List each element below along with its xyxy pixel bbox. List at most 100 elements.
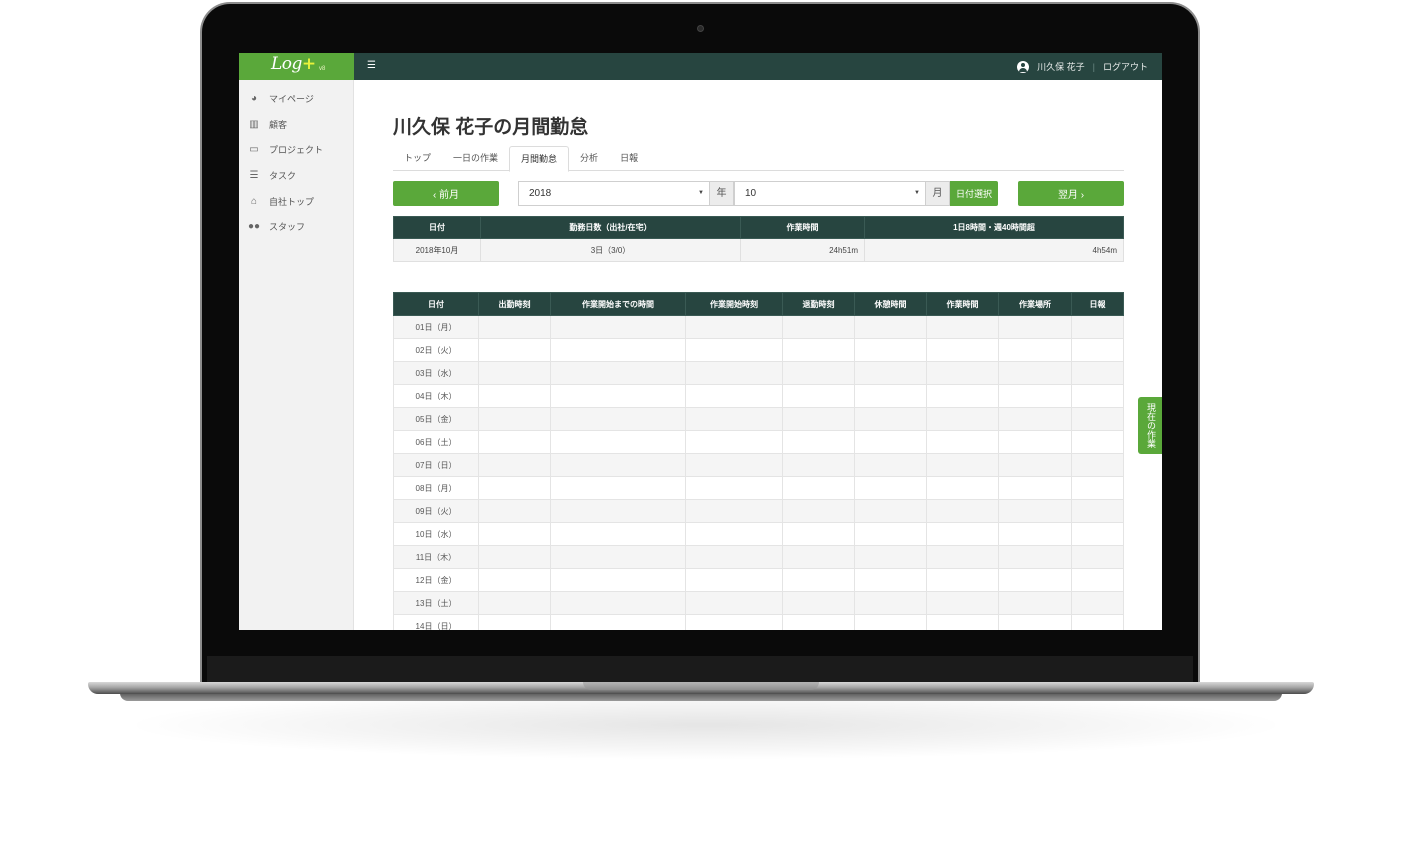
sidebar-item-tasks[interactable]: ☰ タスク — [239, 163, 353, 189]
day-cell: 03日（水） — [393, 361, 479, 385]
empty-cell — [1071, 315, 1124, 339]
table-row: 12日（金） — [393, 568, 1124, 592]
empty-cell — [478, 568, 551, 592]
empty-cell — [926, 591, 999, 615]
empty-cell — [782, 568, 855, 592]
tab-top[interactable]: トップ — [393, 146, 442, 171]
empty-cell — [782, 430, 855, 454]
month-select[interactable]: 10 ▼ — [734, 181, 926, 206]
empty-cell — [854, 338, 927, 362]
empty-cell — [998, 614, 1072, 630]
day-cell: 09日（火） — [393, 499, 479, 523]
monthly-header: 作業時間 — [926, 292, 999, 316]
empty-cell — [926, 338, 999, 362]
menu-toggle-icon[interactable]: ☰ — [367, 60, 377, 72]
empty-cell — [685, 499, 783, 523]
empty-cell — [854, 499, 927, 523]
empty-cell — [550, 384, 686, 408]
monthly-header-row: 日付 出勤時刻 作業開始までの時間 作業開始時刻 退勤時刻 休憩時間 作業時間 … — [393, 292, 1124, 316]
user-avatar-icon — [1017, 60, 1030, 73]
empty-cell — [550, 315, 686, 339]
empty-cell — [854, 315, 927, 339]
empty-cell — [782, 614, 855, 630]
empty-cell — [478, 338, 551, 362]
year-select[interactable]: 2018 ▼ — [518, 181, 710, 206]
summary-cell-worktime: 24h51m — [740, 238, 865, 262]
dashboard-icon: ◕ — [250, 93, 258, 105]
tab-daily-report[interactable]: 日報 — [609, 146, 649, 171]
empty-cell — [998, 430, 1072, 454]
table-row: 01日（月） — [393, 315, 1124, 339]
summary-header: 日付 — [393, 216, 481, 239]
current-task-tab[interactable]: 現在の作業 — [1138, 397, 1162, 454]
empty-cell — [854, 522, 927, 546]
month-select-value: 10 — [745, 188, 757, 199]
users-icon: ●● — [248, 221, 261, 233]
empty-cell — [998, 499, 1072, 523]
user-area: 川久保 花子 | ログアウト — [1017, 53, 1148, 80]
day-cell: 13日（土） — [393, 591, 479, 615]
prev-month-button[interactable]: ‹ 前月 — [393, 181, 499, 206]
logo[interactable]: Log+ v8 — [239, 53, 354, 80]
empty-cell — [550, 453, 686, 477]
empty-cell — [926, 407, 999, 431]
empty-cell — [1071, 407, 1124, 431]
empty-cell — [685, 476, 783, 500]
table-row: 06日（土） — [393, 430, 1124, 454]
empty-cell — [685, 338, 783, 362]
sidebar-item-mypage[interactable]: ◕ マイページ — [239, 86, 353, 112]
empty-cell — [926, 568, 999, 592]
empty-cell — [926, 453, 999, 477]
empty-cell — [926, 522, 999, 546]
summary-table: 日付 勤務日数（出社/在宅） 作業時間 1日8時間・週40時間超 2018年10… — [393, 216, 1124, 262]
sidebar-item-company-top[interactable]: ⌂ 自社トップ — [239, 188, 353, 214]
sidebar-item-customers[interactable]: ▥ 顧客 — [239, 112, 353, 138]
logout-link[interactable]: ログアウト — [1103, 60, 1148, 73]
date-controls: ‹ 前月 2018 ▼ 年 10 ▼ 月 日付選択 翌月 › — [393, 181, 1124, 206]
empty-cell — [1071, 591, 1124, 615]
table-row: 13日（土） — [393, 591, 1124, 615]
tab-analysis[interactable]: 分析 — [569, 146, 609, 171]
empty-cell — [854, 430, 927, 454]
empty-cell — [854, 614, 927, 630]
sidebar-item-label: マイページ — [269, 94, 314, 105]
table-row: 04日（木） — [393, 384, 1124, 408]
logo-word: Log — [271, 54, 302, 74]
day-cell: 05日（金） — [393, 407, 479, 431]
day-cell: 02日（火） — [393, 338, 479, 362]
empty-cell — [1071, 568, 1124, 592]
empty-cell — [685, 453, 783, 477]
camera-icon — [697, 25, 704, 32]
laptop-base-bottom — [120, 693, 1282, 701]
day-cell: 12日（金） — [393, 568, 479, 592]
empty-cell — [1071, 338, 1124, 362]
empty-cell — [685, 430, 783, 454]
monthly-header: 作業開始時刻 — [685, 292, 783, 316]
empty-cell — [926, 476, 999, 500]
tab-daily-work[interactable]: 一日の作業 — [442, 146, 509, 171]
empty-cell — [1071, 361, 1124, 385]
summary-cell-workdays: 3日（3/0） — [480, 238, 741, 262]
empty-cell — [926, 430, 999, 454]
empty-cell — [926, 315, 999, 339]
monthly-header: 出勤時刻 — [478, 292, 551, 316]
tab-monthly-attendance[interactable]: 月間勤怠 — [509, 146, 570, 172]
year-select-value: 2018 — [529, 188, 552, 199]
table-row: 03日（水） — [393, 361, 1124, 385]
sidebar-item-projects[interactable]: ▭ プロジェクト — [239, 137, 353, 163]
user-name[interactable]: 川久保 花子 — [1037, 60, 1085, 73]
empty-cell — [998, 453, 1072, 477]
sidebar-item-label: 自社トップ — [269, 196, 315, 207]
empty-cell — [998, 522, 1072, 546]
empty-cell — [550, 591, 686, 615]
year-unit-label: 年 — [709, 181, 734, 206]
list-icon: ☰ — [249, 170, 259, 182]
table-row: 09日（火） — [393, 499, 1124, 523]
date-select-button[interactable]: 日付選択 — [950, 181, 998, 206]
logo-version: v8 — [319, 66, 326, 72]
monthly-header: 日付 — [393, 292, 479, 316]
empty-cell — [478, 522, 551, 546]
next-month-button[interactable]: 翌月 › — [1018, 181, 1124, 206]
logo-text: Log+ — [271, 54, 316, 74]
sidebar-item-staff[interactable]: ●● スタッフ — [239, 214, 353, 240]
